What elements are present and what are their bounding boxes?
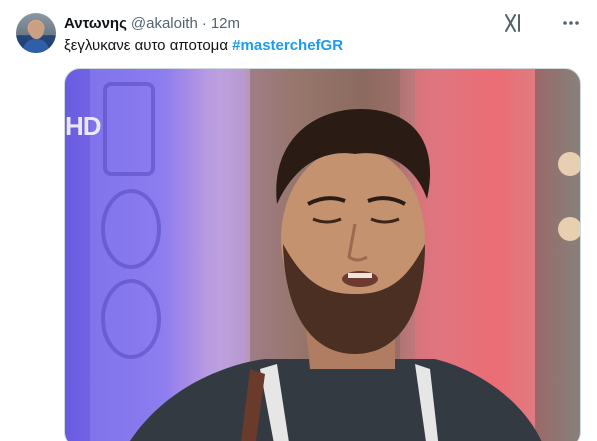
grok-icon[interactable] (503, 13, 525, 33)
media-scene (90, 69, 580, 441)
tweet-text-body: ξεγλυκανε αυτο αποτομα (64, 37, 228, 54)
media-watermark: HD (65, 111, 102, 141)
avatar-shirt (23, 39, 49, 53)
hashtag-link[interactable]: #masterchefGR (232, 37, 343, 54)
separator-dot: · (201, 14, 207, 32)
tweet-header: Αντωνης @akaloith · 12m (64, 13, 240, 33)
avatar[interactable] (16, 13, 56, 53)
tweet-media-image[interactable]: HD (64, 68, 581, 441)
display-name[interactable]: Αντωνης (64, 15, 127, 32)
tweet-text: ξεγλυκανε αυτο αποτομα #masterchefGR (64, 36, 343, 56)
avatar-head (29, 21, 44, 39)
user-handle[interactable]: @akaloith (131, 15, 198, 32)
more-options-icon[interactable] (560, 12, 582, 34)
tweet[interactable]: Αντωνης @akaloith · 12m ξεγλυκανε αυτο α… (0, 0, 597, 441)
timestamp[interactable]: 12m (211, 15, 240, 32)
